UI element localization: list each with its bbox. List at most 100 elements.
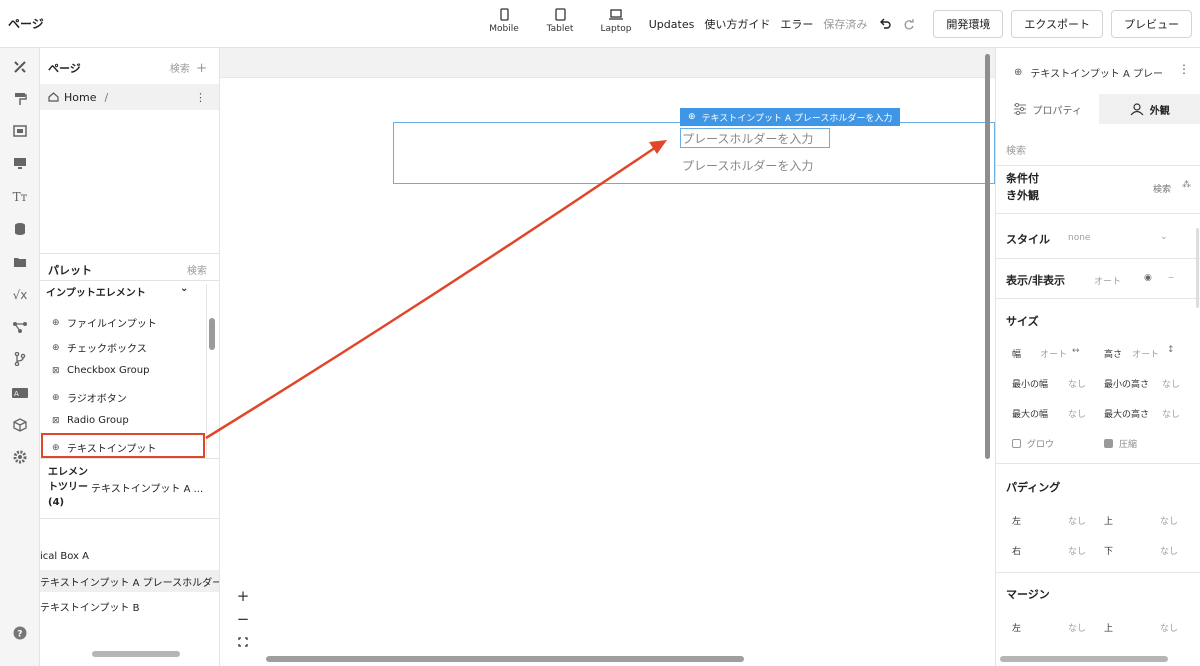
palette-item-file-input[interactable]: ⊕ ファイルインプット (52, 315, 157, 331)
dev-env-button[interactable]: 開発環境 (933, 10, 1004, 38)
component-icon: ⊕ (52, 317, 60, 328)
padding-top-value[interactable]: なし (1160, 514, 1178, 527)
zoom-in-button[interactable]: + (232, 586, 254, 606)
more-icon[interactable]: ⋮ (1178, 62, 1190, 76)
more-icon[interactable]: ⋮ (195, 91, 206, 104)
inspector-vertical-scrollbar[interactable] (1196, 228, 1199, 308)
right-panel: ⊕ テキストインプット A プレー ⋮ プロパティ 外観 検索 条件付き外観 検… (995, 48, 1200, 666)
palette-search-button[interactable]: 検索 (187, 262, 207, 277)
padding-right-value[interactable]: なし (1068, 544, 1086, 557)
height-value[interactable]: オート (1132, 347, 1159, 360)
folder-icon[interactable] (11, 253, 29, 271)
workflow-icon[interactable] (11, 318, 29, 336)
inspector-horizontal-scrollbar[interactable] (1000, 656, 1168, 662)
palette-item-checkbox[interactable]: ⊕ チェックボックス (52, 340, 147, 356)
padding-left-label: 左 (1012, 517, 1022, 527)
grow-label: グロウ (1027, 440, 1055, 450)
text-input-b[interactable]: プレースホルダーを入力 (682, 157, 813, 174)
typography-icon[interactable]: Tт (11, 188, 29, 206)
layout-icon[interactable] (11, 122, 29, 140)
palette-item-radio[interactable]: ⊕ ラジオボタン (52, 390, 127, 406)
horizontal-resize-icon[interactable]: ↔ (1072, 346, 1080, 356)
add-icon[interactable]: + (196, 61, 207, 76)
margin-left-value[interactable]: なし (1068, 621, 1086, 634)
translation-icon[interactable]: A (11, 384, 29, 402)
divider (996, 165, 1200, 166)
branch-icon[interactable] (11, 350, 29, 368)
tools-icon[interactable] (11, 58, 29, 76)
width-value[interactable]: オート (1040, 347, 1067, 360)
shrink-checkbox[interactable]: 圧縮 (1104, 437, 1137, 450)
tab-appearance[interactable]: 外観 (1098, 94, 1200, 124)
canvas-vertical-scrollbar[interactable] (985, 54, 990, 459)
layer-item[interactable]: テキストインプット A プレースホルダー (40, 570, 219, 592)
inspector-title: ⊕ テキストインプット A プレー (1014, 65, 1163, 80)
preview-button[interactable]: プレビュー (1111, 10, 1192, 38)
min-width-value[interactable]: なし (1068, 377, 1086, 390)
text-input-a[interactable]: プレースホルダーを入力 (680, 128, 830, 148)
divider (40, 280, 219, 281)
zoom-out-button[interactable]: − (232, 609, 254, 629)
monitor-icon[interactable] (11, 154, 29, 172)
inspector-tabs: プロパティ 外観 (996, 94, 1200, 124)
divider (40, 518, 219, 519)
database-icon[interactable] (11, 220, 29, 238)
canvas[interactable]: ⊕ テキストインプット A プレースホルダーを入力 プレースホルダーを入力 プレ… (220, 48, 995, 666)
padding-bottom-value[interactable]: なし (1160, 544, 1178, 557)
visibility-value[interactable]: オート (1094, 274, 1121, 287)
guide-link[interactable]: 使い方ガイド (704, 16, 770, 32)
padding-left-value[interactable]: なし (1068, 514, 1086, 527)
element-tree-selected[interactable]: テキストインプット A ... (91, 480, 203, 495)
chevron-down-icon[interactable]: ⌄ (1160, 232, 1168, 242)
annotation-highlight (41, 433, 205, 458)
layer-item[interactable]: テキストインプット B (40, 595, 219, 617)
export-button[interactable]: エクスポート (1011, 10, 1103, 38)
undo-icon[interactable] (877, 16, 893, 32)
min-height-value[interactable]: なし (1162, 377, 1180, 390)
max-height-value[interactable]: なし (1162, 407, 1180, 420)
layer-label: ical Box A (40, 550, 89, 562)
vertical-resize-icon[interactable]: ↕ (1167, 345, 1175, 355)
divider (996, 258, 1200, 259)
margin-top-value[interactable]: なし (1160, 621, 1178, 634)
tab-properties[interactable]: プロパティ (996, 94, 1099, 124)
style-label: スタイル (1006, 233, 1050, 246)
formula-icon[interactable]: √x (11, 286, 29, 304)
conditional-appearance-header: 条件付き外観 (1006, 172, 1039, 202)
updates-link[interactable]: Updates (649, 18, 695, 31)
fit-screen-icon[interactable] (232, 632, 254, 652)
redo-icon[interactable] (901, 16, 917, 32)
max-width-value[interactable]: なし (1068, 407, 1086, 420)
inspector-search[interactable]: 検索 (1006, 142, 1026, 157)
layer-item[interactable]: ical Box A (40, 545, 219, 567)
canvas-horizontal-scrollbar[interactable] (266, 656, 744, 662)
triangle-icon[interactable]: ⁂ (1182, 180, 1191, 190)
max-width-label: 最大の幅 (1012, 410, 1049, 420)
divider (996, 463, 1200, 464)
error-link[interactable]: エラー (780, 16, 813, 32)
page-title: ページ (8, 17, 44, 31)
device-laptop[interactable]: Laptop (588, 8, 644, 34)
help-icon[interactable]: ? (11, 624, 29, 642)
pages-search-label: 検索 (169, 64, 190, 75)
eye-closed-icon[interactable]: ⌣ (1168, 273, 1174, 283)
palette-scrollbar[interactable] (209, 318, 215, 350)
package-icon[interactable] (11, 416, 29, 434)
page-item-home[interactable]: Home / ⋮ (40, 84, 219, 110)
divider (996, 572, 1200, 573)
text-input-a-placeholder: プレースホルダーを入力 (682, 131, 814, 146)
tree-scrollbar[interactable] (92, 651, 180, 657)
style-select[interactable]: none (1068, 233, 1090, 243)
palette-group-input[interactable]: インプットエレメント ⌄ (46, 283, 188, 299)
conditional-search[interactable]: 検索 (1153, 182, 1171, 195)
palette-item-checkbox-group[interactable]: ⊠ Checkbox Group (52, 365, 149, 376)
eye-icon[interactable]: ◉ (1144, 273, 1152, 283)
paint-roller-icon[interactable] (11, 90, 29, 108)
grow-checkbox[interactable]: グロウ (1012, 437, 1054, 450)
device-mobile[interactable]: Mobile (476, 8, 532, 34)
device-tablet[interactable]: Tablet (532, 8, 588, 34)
pages-search-button[interactable]: 検索 + (170, 60, 207, 76)
settings-icon[interactable] (11, 448, 29, 466)
component-icon: ⊕ (1014, 67, 1023, 78)
palette-item-radio-group[interactable]: ⊠ Radio Group (52, 415, 129, 426)
